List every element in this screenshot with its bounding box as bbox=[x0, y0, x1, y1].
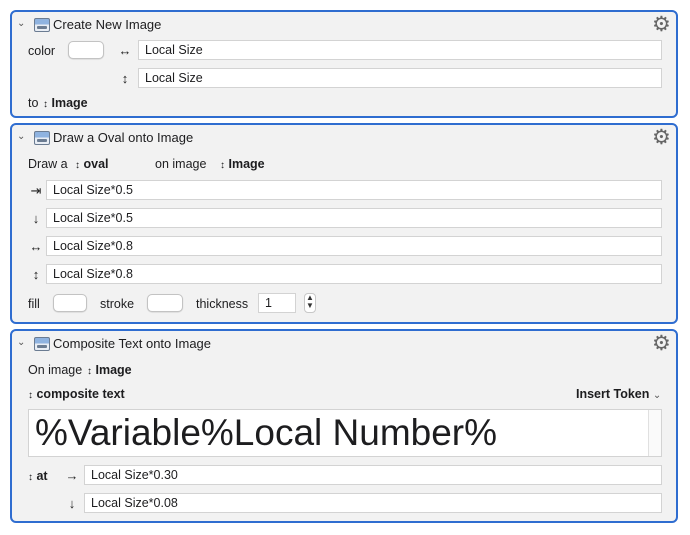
image-action-icon bbox=[34, 18, 50, 32]
image-value: Image bbox=[228, 157, 265, 171]
to-image-popup[interactable]: ↕ Image bbox=[43, 96, 88, 110]
composite-text-popup[interactable]: ↕ composite text bbox=[28, 387, 125, 401]
image-value: Image bbox=[95, 363, 132, 377]
height-field[interactable]: Local Size*0.8 bbox=[46, 264, 662, 284]
shape-popup[interactable]: ↕ oval bbox=[75, 157, 109, 171]
x-position-field[interactable]: Local Size*0.30 bbox=[84, 465, 662, 485]
insert-token-button[interactable]: Insert Token ⌄ bbox=[576, 387, 661, 401]
composite-text-value: %Variable%Local Number% bbox=[35, 412, 498, 453]
fill-color-swatch[interactable] bbox=[53, 294, 87, 312]
action-composite-text: ⌄ Composite Text onto Image ⚙ On image ↕… bbox=[10, 329, 678, 523]
chevron-down-icon: ⌄ bbox=[652, 390, 662, 401]
gear-icon[interactable]: ⚙ bbox=[652, 14, 671, 35]
draw-a-label: Draw a bbox=[28, 157, 68, 171]
height-arrows-icon: ↕ bbox=[32, 267, 40, 282]
width-arrows-icon: ↔ bbox=[118, 43, 132, 58]
stroke-label: stroke bbox=[100, 297, 135, 311]
width-field[interactable]: Local Size*0.8 bbox=[46, 236, 662, 256]
image-action-icon bbox=[34, 337, 50, 351]
height-field[interactable]: Local Size bbox=[138, 68, 662, 88]
y-arrow-icon: ↓ bbox=[68, 496, 76, 511]
stroke-color-swatch[interactable] bbox=[147, 294, 183, 312]
text-scrollbar[interactable] bbox=[648, 410, 661, 456]
gear-icon[interactable]: ⚙ bbox=[652, 127, 671, 148]
gear-icon[interactable]: ⚙ bbox=[652, 333, 671, 354]
updown-chevron-icon: ↕ bbox=[87, 366, 92, 377]
fill-label: fill bbox=[28, 297, 40, 311]
composite-text-field[interactable]: %Variable%Local Number% bbox=[28, 409, 662, 457]
updown-chevron-icon: ↕ bbox=[28, 472, 33, 483]
on-image-label: on image bbox=[155, 157, 207, 171]
collapse-chevron-icon[interactable]: ⌄ bbox=[17, 18, 25, 29]
insert-token-label: Insert Token bbox=[576, 387, 650, 401]
on-image-label: On image bbox=[28, 363, 83, 377]
to-label: to bbox=[28, 96, 39, 110]
action-title: Composite Text onto Image bbox=[53, 336, 212, 351]
shape-value: oval bbox=[83, 157, 109, 171]
updown-chevron-icon: ↕ bbox=[220, 160, 225, 171]
action-title: Create New Image bbox=[53, 17, 162, 32]
y-position-field[interactable]: Local Size*0.5 bbox=[46, 208, 662, 228]
image-action-icon bbox=[34, 131, 50, 145]
x-arrow-icon: → bbox=[65, 468, 79, 483]
color-label: color bbox=[28, 44, 56, 58]
thickness-stepper[interactable]: ▲ ▼ bbox=[304, 293, 316, 313]
updown-chevron-icon: ↕ bbox=[75, 160, 80, 171]
thickness-field[interactable]: 1 bbox=[258, 293, 296, 313]
image-popup[interactable]: ↕ Image bbox=[220, 157, 265, 171]
x-position-icon: ⇥ bbox=[30, 183, 42, 198]
height-arrows-icon: ↕ bbox=[121, 71, 129, 86]
action-draw-oval: ⌄ Draw a Oval onto Image ⚙ Draw a ↕ oval… bbox=[10, 123, 678, 324]
collapse-chevron-icon[interactable]: ⌄ bbox=[17, 337, 25, 348]
to-image-value: Image bbox=[51, 96, 88, 110]
at-popup[interactable]: ↕ at bbox=[28, 469, 48, 483]
image-popup[interactable]: ↕ Image bbox=[87, 363, 132, 377]
composite-text-label: composite text bbox=[36, 387, 125, 401]
color-swatch[interactable] bbox=[68, 41, 104, 59]
width-arrows-icon: ↔ bbox=[29, 239, 43, 254]
y-position-field[interactable]: Local Size*0.08 bbox=[84, 493, 662, 513]
action-create-new-image: ⌄ Create New Image ⚙ color ↔ Local Size … bbox=[10, 10, 678, 118]
y-position-icon: ↓ bbox=[32, 211, 40, 226]
thickness-label: thickness bbox=[196, 297, 249, 311]
x-position-field[interactable]: Local Size*0.5 bbox=[46, 180, 662, 200]
updown-chevron-icon: ↕ bbox=[28, 390, 33, 401]
collapse-chevron-icon[interactable]: ⌄ bbox=[17, 131, 25, 142]
updown-chevron-icon: ↕ bbox=[43, 99, 48, 110]
at-label: at bbox=[36, 469, 48, 483]
width-field[interactable]: Local Size bbox=[138, 40, 662, 60]
action-title: Draw a Oval onto Image bbox=[53, 130, 194, 145]
